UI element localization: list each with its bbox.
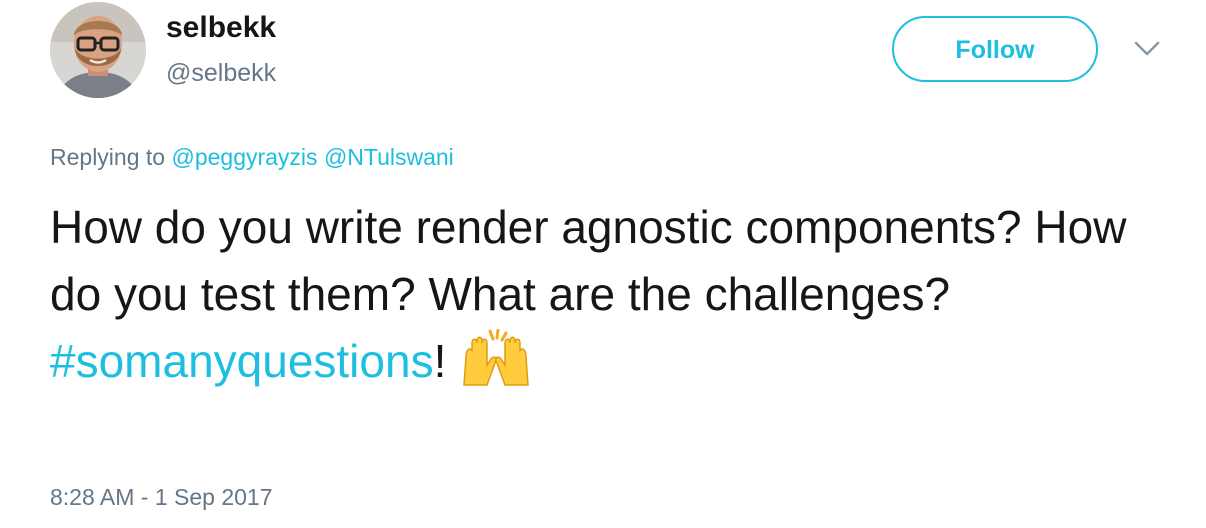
tweet-body-text: How do you write render agnostic compone…	[50, 201, 1127, 320]
tweet-header: selbekk @selbekk Follow	[50, 2, 1170, 102]
user-info: selbekk @selbekk	[166, 10, 276, 88]
avatar[interactable]	[50, 2, 146, 98]
display-name[interactable]: selbekk	[166, 10, 276, 46]
tweet-body-suffix: !	[433, 335, 447, 387]
tweet-text: How do you write render agnostic compone…	[50, 194, 1170, 395]
hashtag-link[interactable]: #somanyquestions	[50, 335, 434, 387]
replying-to-label: Replying to	[50, 144, 166, 170]
tweet-card: selbekk @selbekk Follow Replying to @peg…	[0, 0, 1206, 528]
mention-link[interactable]: @peggyrayzis	[171, 144, 317, 170]
raising-hands-icon	[460, 328, 532, 387]
tweet-timestamp[interactable]: 8:28 AM - 1 Sep 2017	[50, 480, 273, 514]
screen-name[interactable]: @selbekk	[166, 58, 276, 88]
replying-to: Replying to @peggyrayzis @NTulswani	[50, 140, 454, 174]
chevron-down-icon[interactable]	[1130, 34, 1164, 64]
avatar-image	[50, 2, 146, 98]
mention-link[interactable]: @NTulswani	[324, 144, 454, 170]
follow-button[interactable]: Follow	[892, 16, 1098, 82]
